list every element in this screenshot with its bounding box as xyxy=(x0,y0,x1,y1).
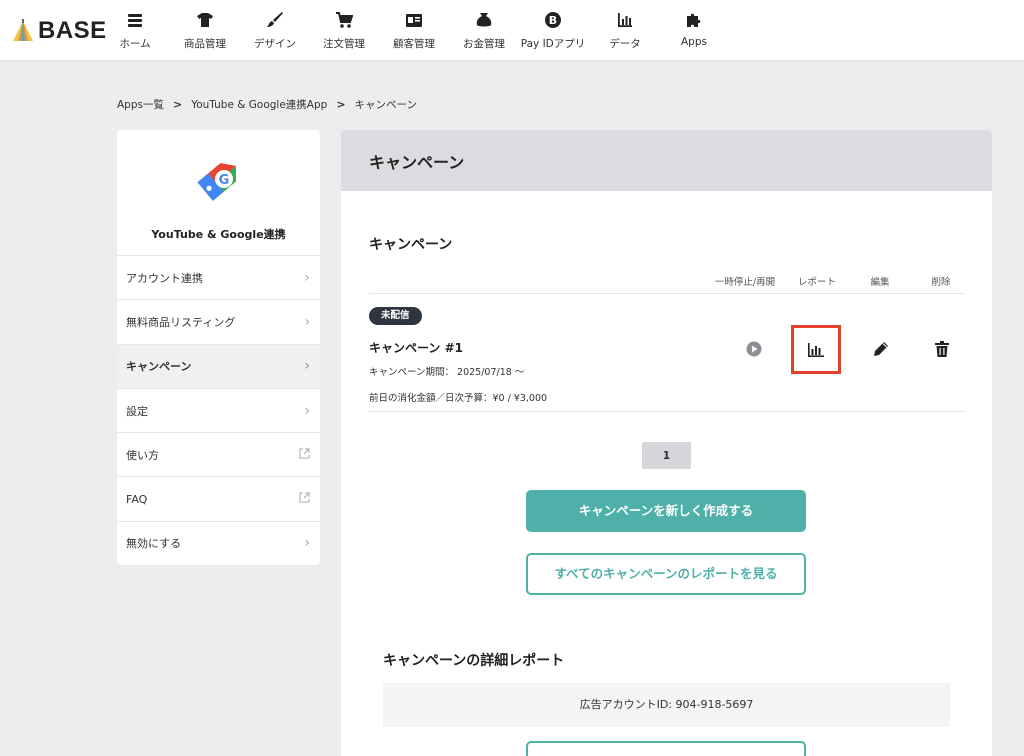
chevron-right-icon: › xyxy=(304,402,310,419)
brush-icon xyxy=(265,10,285,30)
sidebar: G YouTube & Google連携 アカウント連携 › 無料商品リスティン… xyxy=(117,130,320,565)
bar-chart-icon xyxy=(808,342,824,357)
nav-home[interactable]: ホーム xyxy=(118,10,152,54)
svg-text:G: G xyxy=(219,173,230,188)
col-pause: 一時停止/再開 xyxy=(714,277,776,288)
pay-id-icon: B xyxy=(543,10,563,30)
breadcrumb-apps-link[interactable]: Apps一覧 xyxy=(117,97,164,112)
campaign-period: キャンペーン期間： 2025/07/18 〜 xyxy=(369,367,525,378)
pencil-icon xyxy=(874,342,888,356)
page-title: キャンペーン xyxy=(341,130,992,191)
google-tag-logo-icon: G xyxy=(191,152,247,208)
breadcrumb-app-link[interactable]: YouTube & Google連携App xyxy=(191,97,327,112)
sidebar-item-howto[interactable]: 使い方 xyxy=(117,432,320,476)
external-link-icon xyxy=(299,492,310,506)
delete-button[interactable] xyxy=(932,339,952,359)
status-badge: 未配信 xyxy=(369,307,422,325)
chevron-right-icon: › xyxy=(304,313,310,330)
nav-design[interactable]: デザイン xyxy=(253,10,297,54)
chevron-right-icon: › xyxy=(304,358,310,375)
brand-name: BASE xyxy=(38,17,107,44)
tent-logo-icon xyxy=(12,19,34,43)
nav-data[interactable]: データ xyxy=(605,10,645,54)
wallet-icon xyxy=(474,10,494,30)
col-edit: 編集 xyxy=(870,277,890,288)
play-icon xyxy=(746,341,762,357)
nav-pay-id[interactable]: B Pay IDアプリ xyxy=(521,10,585,54)
tshirt-icon xyxy=(195,10,215,30)
cart-icon xyxy=(334,10,354,30)
sidebar-item-account-link[interactable]: アカウント連携 › xyxy=(117,255,320,299)
chevron-right-icon: › xyxy=(304,269,310,286)
edit-button[interactable] xyxy=(871,339,891,359)
side-menu: アカウント連携 › 無料商品リスティング › キャンペーン › 設定 › 使い方… xyxy=(117,255,320,565)
breadcrumb-current: キャンペーン xyxy=(354,99,418,111)
col-delete: 削除 xyxy=(931,277,951,288)
top-nav: BASE ホーム 商品管理 デザイン 注文管理 顧客管理 お金管理 B Pay … xyxy=(0,0,1024,61)
svg-text:B: B xyxy=(549,14,557,27)
nav-money[interactable]: お金管理 xyxy=(462,10,506,54)
sidebar-item-free-listing[interactable]: 無料商品リスティング › xyxy=(117,299,320,343)
all-reports-button[interactable]: すべてのキャンペーンのレポートを見る xyxy=(526,553,806,595)
report-button[interactable] xyxy=(791,325,841,374)
nav-apps[interactable]: Apps xyxy=(676,10,712,54)
sidebar-item-disable[interactable]: 無効にする › xyxy=(117,520,320,565)
chevron-right-icon: > xyxy=(172,98,183,111)
nav-products[interactable]: 商品管理 xyxy=(183,10,227,54)
chevron-right-icon: › xyxy=(304,535,310,552)
id-card-icon xyxy=(404,10,424,30)
table-row: 未配信 キャンペーン #1 キャンペーン期間： 2025/07/18 〜 前日の… xyxy=(369,295,965,412)
section-title: キャンペーン xyxy=(369,237,453,253)
play-button[interactable] xyxy=(745,340,763,358)
table-header: 一時停止/再開 レポート 編集 削除 xyxy=(369,272,965,294)
puzzle-icon xyxy=(684,10,704,30)
bar-chart-icon xyxy=(615,10,635,30)
external-link-icon xyxy=(299,448,310,462)
base-logo[interactable]: BASE xyxy=(12,17,107,45)
app-name: YouTube & Google連携 xyxy=(151,228,286,241)
account-id: 広告アカウントID: 904-918-5697 xyxy=(383,683,950,727)
sidebar-item-campaign[interactable]: キャンペーン › xyxy=(117,343,320,388)
nav-customers[interactable]: 顧客管理 xyxy=(392,10,436,54)
create-campaign-button[interactable]: キャンペーンを新しく作成する xyxy=(526,490,806,532)
col-report: レポート xyxy=(797,277,837,288)
trash-icon xyxy=(935,341,949,357)
sidebar-item-settings[interactable]: 設定 › xyxy=(117,387,320,432)
detail-report-title: キャンペーンの詳細レポート xyxy=(383,653,565,669)
pagination-page-1[interactable]: 1 xyxy=(642,442,691,469)
chevron-right-icon: > xyxy=(336,98,346,111)
sidebar-item-faq[interactable]: FAQ xyxy=(117,476,320,520)
breadcrumb: Apps一覧 > YouTube & Google連携App > キャンペーン xyxy=(117,97,417,112)
campaign-budget: 前日の消化金額／日次予算：¥0 / ¥3,000 xyxy=(369,393,548,404)
campaign-name: キャンペーン #1 xyxy=(369,341,463,355)
nav-orders[interactable]: 注文管理 xyxy=(322,10,366,54)
main-panel: キャンペーン キャンペーン 一時停止/再開 レポート 編集 削除 未配信 キャン… xyxy=(341,130,992,756)
detail-report-button[interactable] xyxy=(526,741,806,756)
home-list-icon xyxy=(125,10,145,30)
